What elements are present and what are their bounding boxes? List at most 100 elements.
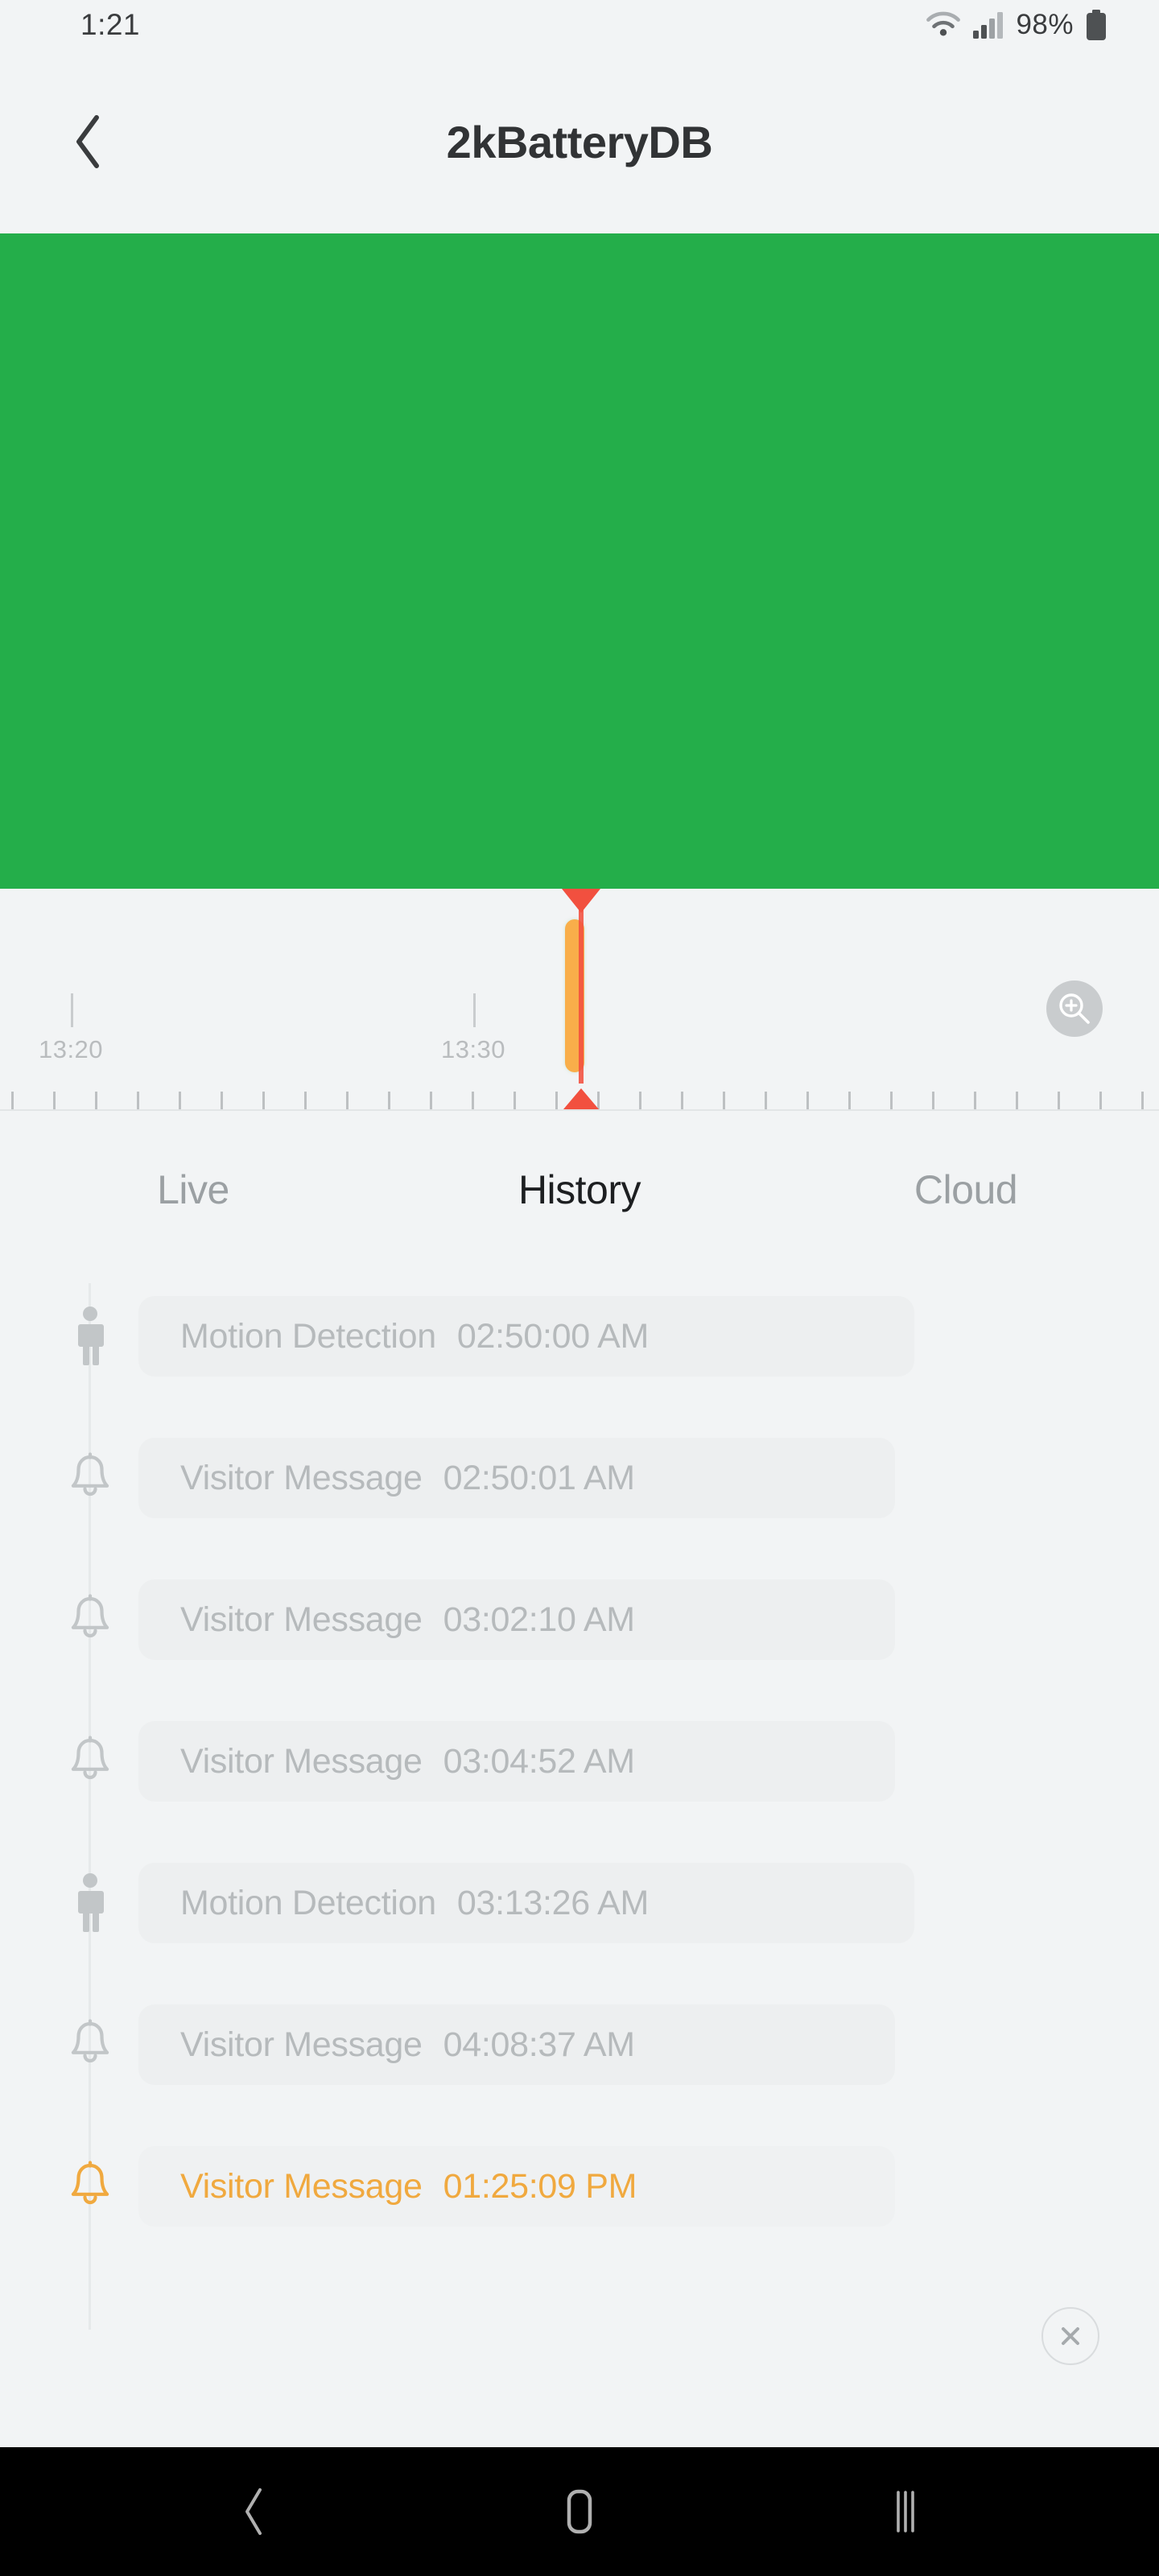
timeline-zoom-in-button[interactable] [1046,980,1103,1037]
timeline-minor-tick [1016,1092,1018,1109]
nav-recents-button[interactable] [825,2447,986,2576]
timeline-ruler [0,1087,1159,1111]
timeline-major-tick [71,993,73,1027]
event-label: Motion Detection 02:50:00 AM [138,1317,649,1356]
page-title: 2kBatteryDB [446,116,713,167]
timeline-minor-tick [932,1092,934,1109]
wifi-icon [926,11,961,36]
app-screen: 1:21 98% 2kBatteryDB 13:20 13:30 Live Hi… [0,0,1159,2576]
timeline-minor-tick [723,1092,725,1109]
event-detail-pill[interactable]: Motion Detection 03:13:26 AM [138,1863,914,1943]
timeline-minor-tick [262,1092,265,1109]
person-icon [78,1307,104,1365]
battery-icon [1087,10,1106,40]
timeline-minor-tick [639,1092,641,1109]
timeline-minor-tick [890,1092,893,1109]
event-time-label: 03:02:10 AM [443,1600,635,1639]
timeline-minor-tick [95,1092,97,1109]
timeline-minor-tick [388,1092,390,1109]
event-type-icon [63,1869,118,1937]
timeline-minor-tick [1099,1092,1102,1109]
timeline-time-label: 13:20 [38,1035,104,1063]
timeline-scrubber[interactable]: 13:20 13:30 [0,889,1159,1111]
close-button[interactable] [1041,2307,1099,2365]
bell-icon [71,2161,109,2205]
timeline-minor-tick [304,1092,307,1109]
timeline-minor-tick [221,1092,223,1109]
event-type-icon [63,1728,118,1795]
close-x-icon [1062,2327,1079,2345]
event-label: Visitor Message 03:02:10 AM [138,1600,635,1640]
nav-back-button[interactable] [173,2447,334,2576]
event-detail-pill[interactable]: Visitor Message 04:08:37 AM [138,2004,895,2085]
event-type-label: Visitor Message [180,1458,423,1497]
event-time-label: 03:13:26 AM [456,1883,650,1922]
android-navigation-bar [0,2447,1159,2576]
event-detail-pill[interactable]: Visitor Message 02:50:01 AM [138,1438,895,1518]
timeline-minor-tick [1141,1092,1144,1109]
timeline-time-label: 13:30 [440,1035,506,1063]
timeline-minor-tick [514,1092,516,1109]
event-type-label: Visitor Message [180,2166,423,2206]
cellular-signal-icon [973,12,1004,39]
bell-icon [71,2019,109,2063]
timeline-minor-tick [765,1092,767,1109]
event-detail-pill[interactable]: Visitor Message 03:02:10 AM [138,1579,895,1660]
video-player-surface[interactable] [0,233,1159,889]
tab-history[interactable]: History [386,1111,773,1269]
event-detail-pill[interactable]: Visitor Message 03:04:52 AM [138,1721,895,1802]
nav-recents-icon [897,2491,914,2533]
event-type-icon [63,1302,118,1370]
event-time-label: 01:25:09 PM [443,2166,637,2206]
timeline-minor-tick [430,1092,432,1109]
event-type-label: Visitor Message [180,1600,423,1639]
nav-home-button[interactable] [499,2447,660,2576]
event-type-label: Visitor Message [180,1741,423,1781]
event-time-label: 04:08:37 AM [443,2025,635,2064]
tab-live[interactable]: Live [0,1111,386,1269]
event-detail-pill[interactable]: Visitor Message 01:25:09 PM [138,2146,895,2227]
bell-icon [71,1736,109,1780]
event-time-label: 02:50:01 AM [443,1458,635,1497]
timeline-minor-tick [1058,1092,1060,1109]
tab-cloud[interactable]: Cloud [773,1111,1159,1269]
timeline-minor-tick [974,1092,976,1109]
timeline-minor-tick [806,1092,809,1109]
timeline-playhead-top-arrow-icon [562,889,600,913]
event-list: Motion Detection 02:50:00 AM Visitor Messa… [0,1269,1159,2447]
timeline-minor-tick [848,1092,851,1109]
event-type-label: Motion Detection [180,1883,436,1922]
event-label: Visitor Message 03:04:52 AM [138,1742,635,1781]
event-type-icon [63,2153,118,2220]
event-detail-pill[interactable]: Motion Detection 02:50:00 AM [138,1296,914,1377]
status-bar: 1:21 98% [0,0,1159,50]
event-type-icon [63,1586,118,1653]
status-bar-clock: 1:21 [80,8,141,41]
event-label: Motion Detection 03:13:26 AM [138,1884,649,1923]
app-header: 2kBatteryDB [0,50,1159,233]
event-label: Visitor Message 01:25:09 PM [138,2167,637,2207]
nav-home-icon [567,2489,592,2534]
timeline-minor-tick [11,1092,14,1109]
timeline-major-tick [473,993,476,1027]
event-type-icon [63,1444,118,1512]
event-time-label: 03:04:52 AM [443,1741,635,1781]
timeline-minor-tick [137,1092,139,1109]
timeline-minor-tick [53,1092,56,1109]
nav-back-icon [245,2488,262,2535]
event-type-label: Visitor Message [180,2025,423,2064]
timeline-minor-tick [179,1092,181,1109]
event-label: Visitor Message 02:50:01 AM [138,1459,635,1498]
timeline-minor-tick [346,1092,349,1109]
timeline-playhead-bottom-arrow-icon [563,1088,599,1109]
battery-percentage-label: 98% [1016,9,1074,40]
magnifier-plus-icon [1059,993,1090,1024]
status-bar-indicators: 98% [926,0,1107,50]
section-tabs: Live History Cloud [0,1111,1159,1269]
bell-icon [71,1452,109,1496]
event-type-icon [63,2011,118,2079]
timeline-minor-tick [472,1092,474,1109]
bell-icon [71,1594,109,1638]
event-label: Visitor Message 04:08:37 AM [138,2025,635,2065]
person-icon [78,1873,104,1932]
